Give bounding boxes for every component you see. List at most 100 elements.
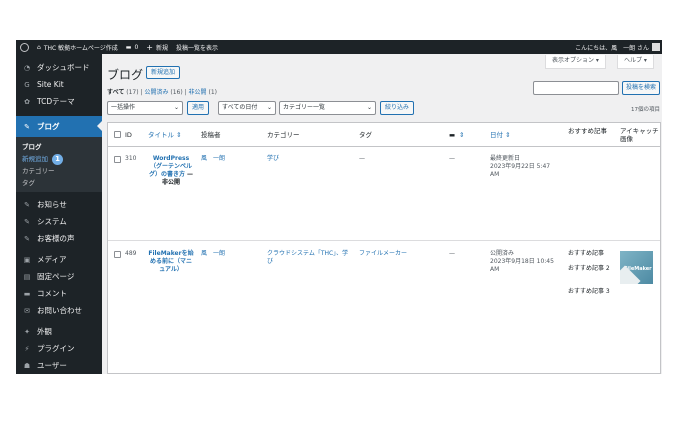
menu-item-mail[interactable]: ✉ お問い合わせ xyxy=(16,302,102,319)
blog-submenu: ブログ 新規追加 1 カテゴリー タグ xyxy=(16,137,102,192)
wordpress-logo-icon[interactable] xyxy=(16,40,33,54)
view-posts-link[interactable]: 投稿一覧を表示 xyxy=(172,40,222,54)
menu-item-page[interactable]: ▤ 固定ページ xyxy=(16,268,102,285)
date-value: 2023年9月18日 10:45 AM xyxy=(490,258,554,273)
mail-icon: ✉ xyxy=(24,306,30,315)
submenu-head[interactable]: ブログ xyxy=(22,141,102,153)
admin-sidebar: ◔ ダッシュボード G Site Kit ✿ TCDテーマ ✎ ブログ ブログ 新規追加 1… xyxy=(16,54,102,374)
pin-icon: ✎ xyxy=(24,234,30,243)
table-row: 310 WordPress（グーテンベルグ）の書き方 — 非公開 風 一朗 学び… xyxy=(108,147,660,241)
comments-value: — xyxy=(449,250,455,257)
menu-item-sitekit[interactable]: G Site Kit xyxy=(16,76,102,93)
posts-table: ID タイトル ⇕ 投稿者 カテゴリー タグ ▬ ⇕ 日付 ⇕ おすすめ記事 ア… xyxy=(107,122,661,374)
comments-link[interactable]: ▬ 0 xyxy=(122,40,143,54)
new-content-link[interactable]: + 新規 xyxy=(142,40,172,54)
submenu-tag[interactable]: タグ xyxy=(22,177,102,189)
date-filter-select[interactable]: すべての日付 ⌄ xyxy=(218,101,276,115)
chevron-down-icon: ⌄ xyxy=(266,104,272,111)
menu-item-theme[interactable]: ✿ TCDテーマ xyxy=(16,93,102,110)
pin-icon: ✎ xyxy=(24,200,30,209)
submenu-category[interactable]: カテゴリー xyxy=(22,165,102,177)
date-label: 最終更新日 xyxy=(490,155,521,162)
col-id[interactable]: ID xyxy=(125,131,132,139)
apply-button[interactable]: 適用 xyxy=(187,101,210,115)
comments-value: — xyxy=(449,155,455,162)
plus-icon: + xyxy=(146,42,153,52)
col-date[interactable]: 日付 ⇕ xyxy=(490,131,511,139)
category-filter-select[interactable]: カテゴリー一覧 ⌄ xyxy=(279,101,376,115)
add-new-button[interactable]: 新規追加 xyxy=(146,66,181,79)
post-title-link[interactable]: WordPress（グーテンベルグ）の書き方 xyxy=(149,155,192,178)
row-checkbox[interactable] xyxy=(114,251,121,258)
author-link[interactable]: 風 一朗 xyxy=(201,250,225,258)
plugin-icon: ⚡ xyxy=(24,344,30,353)
author-link[interactable]: 風 一朗 xyxy=(201,155,225,163)
col-category: カテゴリー xyxy=(267,131,300,139)
view-all[interactable]: すべて xyxy=(107,89,124,96)
bulk-action-select[interactable]: 一括操作 ⌄ xyxy=(107,101,183,115)
avatar xyxy=(652,43,660,51)
help-button[interactable]: ヘルプ ▾ xyxy=(617,55,654,69)
post-title-link[interactable]: FileMakerを始める前に（マニュアル） xyxy=(148,250,193,273)
post-id: 310 xyxy=(125,155,137,162)
category-link[interactable]: 学び xyxy=(267,155,345,163)
menu-item-appearance[interactable]: ✦ 外観 xyxy=(16,323,102,340)
media-icon: ▣ xyxy=(23,255,31,264)
post-id: 489 xyxy=(125,250,137,257)
col-title[interactable]: タイトル ⇕ xyxy=(148,131,182,139)
menu-item-user[interactable]: ☗ ユーザー xyxy=(16,357,102,374)
date-value: 2023年9月22日 5:47 AM xyxy=(490,163,551,178)
comment-bubble-icon: ▬ xyxy=(125,43,132,51)
view-filters: すべて (17) | 公開済み (16) | 非公開 (1) xyxy=(107,89,217,96)
menu-item-dashboard[interactable]: ◔ ダッシュボード xyxy=(16,59,102,76)
menu-item-media[interactable]: ▣ メディア xyxy=(16,251,102,268)
row-checkbox[interactable] xyxy=(114,156,121,163)
col-author: 投稿者 xyxy=(201,131,221,139)
view-private[interactable]: 非公開 xyxy=(189,89,207,96)
page-icon: ▤ xyxy=(23,272,31,281)
recommend-3: おすすめ記事 3 xyxy=(568,288,610,295)
view-published[interactable]: 公開済み xyxy=(144,89,168,96)
date-label: 公開済み xyxy=(490,250,515,257)
user-icon: ☗ xyxy=(23,361,31,370)
menu-item-pin[interactable]: ✎ お客様の声 xyxy=(16,230,102,247)
chevron-down-icon: ⌄ xyxy=(366,104,372,111)
submenu-add-new[interactable]: 新規追加 1 xyxy=(22,153,102,165)
recommend-2: おすすめ記事 2 xyxy=(568,265,610,272)
screen-options-button[interactable]: 表示オプション ▾ xyxy=(545,55,606,69)
search-posts-button[interactable]: 投稿を検索 xyxy=(622,81,661,95)
menu-item-blog[interactable]: ✎ ブログ xyxy=(16,116,102,137)
featured-image-thumbnail[interactable]: FileMaker xyxy=(620,251,653,284)
select-all-checkbox[interactable] xyxy=(114,131,121,138)
table-header: ID タイトル ⇕ 投稿者 カテゴリー タグ ▬ ⇕ 日付 ⇕ おすすめ記事 ア… xyxy=(108,123,660,147)
col-tags: タグ xyxy=(359,131,372,139)
sitekit-icon: G xyxy=(24,80,30,89)
items-count: 17個の項目 xyxy=(631,107,660,113)
pin-icon: ✎ xyxy=(24,217,30,226)
col-recommend: おすすめ記事 xyxy=(568,127,607,135)
site-name-link[interactable]: ⌂ THC 敏拠ホームページ作成 xyxy=(33,40,122,54)
tags-value: — xyxy=(359,155,365,162)
appearance-icon: ✦ xyxy=(24,327,30,336)
recommend-1: おすすめ記事 xyxy=(568,250,605,257)
step-badge: 1 xyxy=(52,154,63,165)
menu-item-comment[interactable]: ▬ コメント xyxy=(16,285,102,302)
menu-item-plugin[interactable]: ⚡ プラグイン xyxy=(16,340,102,357)
menu-item-pin[interactable]: ✎ システム xyxy=(16,213,102,230)
comment-bubble-icon[interactable]: ▬ xyxy=(449,131,455,139)
my-account-link[interactable]: こんにちは、風 一朗 さん xyxy=(571,40,662,54)
col-comments-sort[interactable]: ⇕ xyxy=(459,131,464,139)
tag-link[interactable]: ファイルメーカー xyxy=(359,250,407,258)
main-content: 表示オプション ▾ ヘルプ ▾ ブログ 新規追加 すべて (17) | 公開済み… xyxy=(102,54,662,374)
col-thumbnail: アイキャッチ画像 xyxy=(620,127,659,143)
menu-item-pin[interactable]: ✎ お知らせ xyxy=(16,196,102,213)
admin-bar: ⌂ THC 敏拠ホームページ作成 ▬ 0 + 新規 投稿一覧を表示 こんにちは、風 一… xyxy=(16,40,662,54)
search-input[interactable] xyxy=(533,81,619,95)
table-row: 489 FileMakerを始める前に（マニュアル） 風 一朗 クラウドシステム… xyxy=(108,241,660,374)
theme-icon: ✿ xyxy=(24,97,30,106)
filter-button[interactable]: 絞り込み xyxy=(380,101,415,115)
pin-icon: ✎ xyxy=(24,122,30,131)
home-icon: ⌂ xyxy=(37,43,41,51)
wp-admin-window: ⌂ THC 敏拠ホームページ作成 ▬ 0 + 新規 投稿一覧を表示 こんにちは、風 一… xyxy=(16,40,662,374)
category-link[interactable]: クラウドシステム「THC」、学び xyxy=(267,250,349,266)
